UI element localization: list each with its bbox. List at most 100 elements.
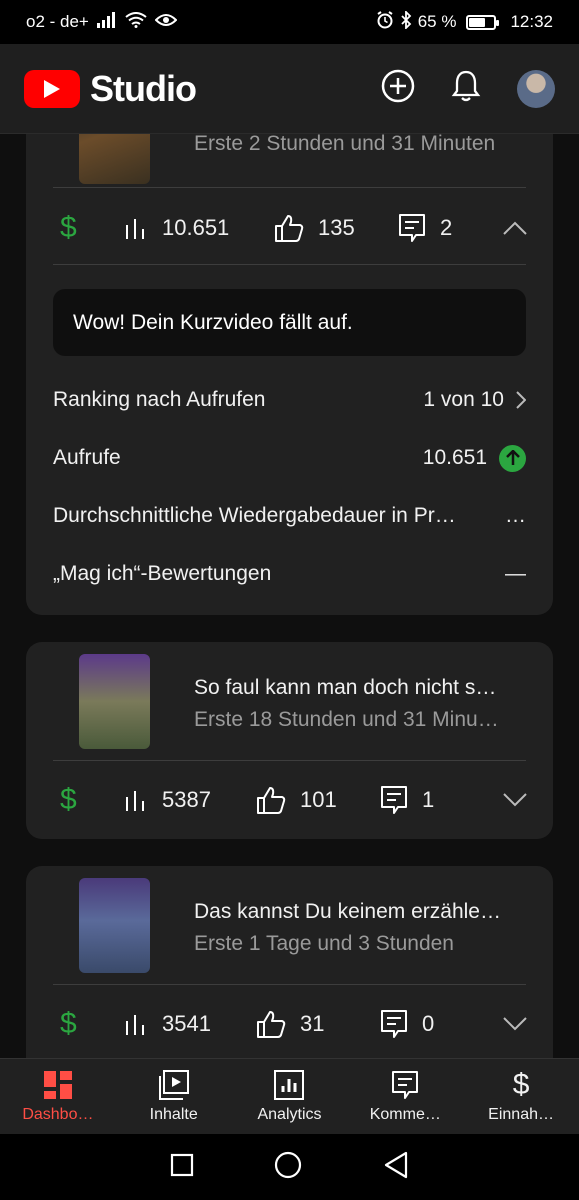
video-stats-row: $ 3541 31 0 (26, 1004, 553, 1044)
likes-count: 135 (318, 215, 355, 240)
metric-label: Aufrufe (53, 446, 121, 469)
video-period: Erste 18 Stunden und 31 Minu… (194, 708, 499, 731)
comments-stat: 0 (380, 1009, 434, 1039)
divider (53, 984, 526, 985)
comments-stat: 1 (380, 785, 434, 815)
comments-icon (392, 1070, 419, 1099)
divider (53, 760, 526, 761)
video-title[interactable]: So faul kann man doch nicht s… (194, 676, 534, 700)
youtube-logo-icon (24, 69, 80, 108)
thumbs-up-icon (275, 215, 304, 242)
signal-icon (96, 11, 117, 33)
wifi-icon (125, 11, 147, 33)
account-avatar[interactable] (517, 69, 555, 108)
views-count: 5387 (162, 787, 211, 812)
video-stats-row: $ 10.651 135 2 (26, 208, 553, 248)
metric-value: — (505, 562, 526, 585)
video-card: So faul kann man doch nicht s… Erste 18 … (26, 642, 553, 839)
metric-label: Ranking nach Aufrufen (53, 388, 266, 411)
views-stat: 5387 (124, 787, 211, 813)
nav-label: Dashbo… (22, 1105, 94, 1123)
carrier-label: o2 - de+ (26, 12, 89, 31)
nav-earn[interactable]: $ Einnah… (463, 1059, 579, 1134)
video-thumbnail[interactable] (79, 654, 150, 749)
eye-icon (154, 12, 178, 32)
comment-icon (381, 786, 407, 814)
nav-dashboard[interactable]: Dashbo… (0, 1059, 116, 1134)
video-card: Erste 2 Stunden und 31 Minuten $ 10.651 … (26, 134, 553, 615)
views-stat: 10.651 (124, 215, 229, 241)
chevron-down-icon[interactable] (503, 1011, 527, 1037)
metric-row-ranking[interactable]: Ranking nach Aufrufen 1 von 10 (53, 382, 526, 418)
comments-count: 1 (422, 787, 435, 812)
app-header: Studio (0, 44, 579, 134)
likes-stat: 101 (256, 786, 337, 814)
views-bars-icon (126, 791, 144, 811)
earn-icon: $ (512, 1067, 530, 1101)
chevron-up-icon[interactable] (503, 215, 527, 241)
metric-value: 10.651 (422, 446, 487, 469)
views-bars-icon (126, 1015, 144, 1035)
video-period: Erste 2 Stunden und 31 Minuten (194, 134, 496, 155)
video-title[interactable]: Das kannst Du keinem erzähle… (194, 900, 534, 924)
analytics-icon (274, 1069, 305, 1100)
video-thumbnail[interactable] (79, 878, 150, 973)
likes-stat: 31 (256, 1010, 324, 1038)
home-circle-icon[interactable] (274, 1151, 302, 1184)
system-navigation-bar (0, 1134, 579, 1200)
monetization-dollar-icon[interactable]: $ (60, 783, 77, 817)
likes-count: 31 (300, 1011, 325, 1036)
nav-analytics[interactable]: Analytics (232, 1059, 348, 1134)
battery-icon (466, 14, 500, 30)
battery-percent: 65 % (417, 12, 457, 31)
clock: 12:32 (510, 12, 553, 31)
nav-comments[interactable]: Komme… (347, 1059, 463, 1134)
studio-logo[interactable]: Studio (24, 67, 197, 110)
views-count: 3541 (162, 1011, 211, 1036)
metric-label: „Mag ich“-Bewertungen (53, 562, 272, 585)
thumbs-up-icon (257, 787, 286, 814)
views-bars-icon (126, 219, 144, 239)
status-bar: o2 - de+ 65 % 12:32 (0, 0, 579, 44)
nav-content[interactable]: Inhalte (116, 1059, 232, 1134)
create-plus-icon[interactable] (381, 69, 415, 108)
chevron-right-icon (516, 391, 526, 409)
comment-icon (399, 214, 425, 242)
alarm-icon (376, 10, 394, 34)
video-period: Erste 1 Tage und 3 Stunden (194, 932, 454, 955)
nav-label: Komme… (369, 1105, 441, 1123)
dashboard-feed[interactable]: Erste 2 Stunden und 31 Minuten $ 10.651 … (0, 134, 579, 1058)
divider (53, 264, 526, 265)
metric-row-likes: „Mag ich“-Bewertungen — (53, 556, 526, 592)
back-triangle-icon[interactable] (383, 1151, 409, 1184)
metric-row-views: Aufrufe 10.651 (53, 440, 526, 476)
trend-up-arrow-icon (499, 444, 526, 472)
notifications-bell-icon[interactable] (451, 69, 481, 108)
comments-count: 2 (440, 215, 453, 240)
bluetooth-icon (400, 9, 412, 34)
thumbs-up-icon (257, 1011, 286, 1038)
metric-value: 1 von 10 (423, 388, 504, 411)
nav-label: Inhalte (149, 1105, 198, 1123)
metric-value: … (505, 504, 526, 527)
metric-label: Durchschnittliche Wiedergabedauer in Pr… (53, 504, 456, 527)
likes-count: 101 (300, 787, 337, 812)
views-stat: 3541 (124, 1011, 211, 1037)
comment-icon (381, 1010, 407, 1038)
dashboard-icon (43, 1070, 72, 1099)
recents-square-icon[interactable] (170, 1153, 194, 1182)
views-count: 10.651 (162, 215, 230, 240)
comments-count: 0 (422, 1011, 435, 1036)
nav-label: Analytics (257, 1105, 322, 1123)
monetization-dollar-icon[interactable]: $ (60, 211, 77, 245)
bottom-navigation: Dashbo… Inhalte Analytics Komme… $ Einna… (0, 1058, 579, 1134)
video-stats-row: $ 5387 101 1 (26, 780, 553, 820)
metric-row-watchtime: Durchschnittliche Wiedergabedauer in Pr…… (53, 498, 526, 534)
app-name: Studio (90, 67, 197, 109)
video-thumbnail[interactable] (79, 134, 150, 184)
comments-stat: 2 (398, 213, 452, 243)
nav-label: Einnah… (488, 1105, 554, 1123)
chevron-down-icon[interactable] (503, 787, 527, 813)
monetization-dollar-icon[interactable]: $ (60, 1007, 77, 1041)
divider (53, 187, 526, 188)
